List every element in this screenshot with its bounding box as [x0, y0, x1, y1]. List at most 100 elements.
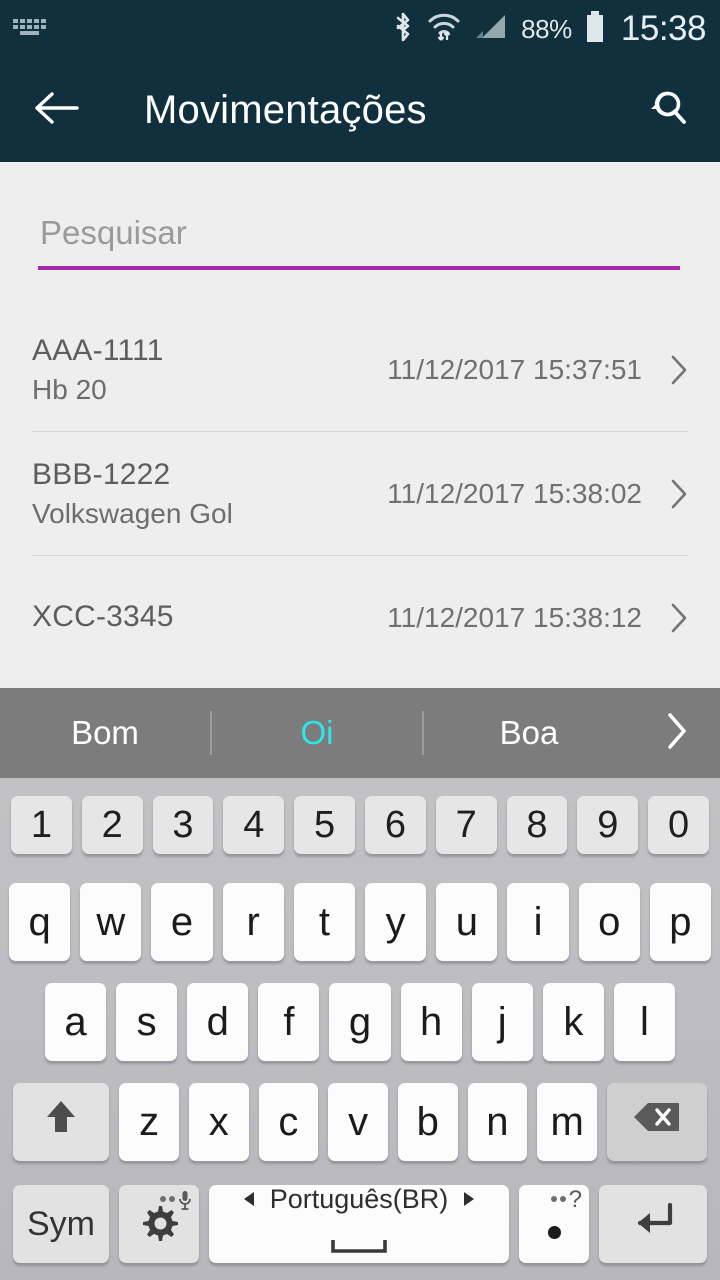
key-t[interactable]: t [293, 883, 356, 961]
key-x[interactable]: x [188, 1083, 249, 1161]
battery-percent-label: 88% [521, 13, 572, 44]
keyboard-suggestion-bar: Bom Oi Boa [0, 688, 720, 778]
key-k[interactable]: k [542, 983, 604, 1061]
table-row[interactable]: XCC-3345 11/12/2017 15:38:12 [0, 556, 720, 680]
keyboard-row-zxcv: z x c v b n m [0, 1072, 720, 1172]
key-c[interactable]: c [258, 1083, 319, 1161]
key-b[interactable]: b [397, 1083, 458, 1161]
row-main: AAA-1111 Hb 20 [32, 332, 164, 408]
key-0[interactable]: 0 [648, 796, 709, 854]
key-d[interactable]: d [187, 983, 249, 1061]
row-main: BBB-1222 Volkswagen Gol [32, 456, 233, 532]
arrow-left-icon [33, 91, 79, 130]
chevron-right-icon [668, 478, 690, 510]
shift-arrow-up-icon [43, 1097, 79, 1147]
shift-key[interactable] [13, 1083, 110, 1161]
keyboard-icon [10, 13, 50, 46]
row-plate: BBB-1222 [32, 457, 171, 491]
key-u[interactable]: u [436, 883, 498, 961]
suggestion-item-1[interactable]: Oi [212, 714, 422, 752]
wifi-icon [427, 11, 461, 48]
keyboard-row-numbers: 1 2 3 4 5 6 7 8 9 0 [0, 778, 720, 872]
key-5[interactable]: 5 [294, 796, 355, 854]
key-o[interactable]: o [578, 883, 640, 961]
settings-microphone-key[interactable] [119, 1185, 199, 1263]
key-i[interactable]: i [507, 883, 569, 961]
microphone-icon [160, 1190, 192, 1212]
keyboard-row-functions: Sym Português(BR) ? [0, 1172, 720, 1276]
hint-dot [550, 1196, 557, 1202]
key-n[interactable]: n [467, 1083, 528, 1161]
row-main: XCC-3345 [32, 598, 174, 638]
key-s[interactable]: s [116, 983, 178, 1061]
key-2[interactable]: 2 [81, 796, 143, 854]
key-y[interactable]: y [365, 883, 427, 961]
status-bar: 88% 15:38 [0, 0, 720, 58]
key-e[interactable]: e [151, 883, 213, 961]
space-key[interactable]: Português(BR) [209, 1184, 509, 1264]
battery-icon [585, 10, 605, 49]
search-history-icon [641, 84, 689, 137]
key-4[interactable]: 4 [223, 796, 285, 854]
backspace-key[interactable] [606, 1083, 708, 1161]
key-f[interactable]: f [258, 983, 320, 1061]
row-timestamp: 11/12/2017 15:38:12 [387, 602, 642, 633]
enter-return-icon [628, 1199, 678, 1249]
key-h[interactable]: h [400, 983, 462, 1061]
bluetooth-icon [392, 11, 414, 48]
search-field-container [0, 162, 720, 270]
key-l[interactable]: l [613, 983, 675, 1061]
key-r[interactable]: r [222, 883, 284, 961]
key-3[interactable]: 3 [152, 796, 214, 854]
keyboard-row-asdf: a s d f g h j k l [0, 972, 720, 1072]
hint-dot [559, 1196, 566, 1202]
page-title: Movimentações [144, 87, 427, 132]
key-7[interactable]: 7 [435, 796, 497, 854]
language-label: Português(BR) [269, 1184, 449, 1214]
key-z[interactable]: z [119, 1083, 179, 1161]
content-area: AAA-1111 Hb 20 11/12/2017 15:37:51 BBB-1… [0, 162, 720, 688]
key-8[interactable]: 8 [506, 796, 568, 854]
question-mark-hint: ? [568, 1186, 582, 1213]
table-row[interactable]: AAA-1111 Hb 20 11/12/2017 15:37:51 [0, 308, 720, 432]
search-history-button[interactable] [610, 58, 720, 162]
key-6[interactable]: 6 [364, 796, 426, 854]
status-bar-clock: 15:38 [620, 9, 707, 48]
chevron-right-icon [664, 711, 690, 756]
suggestion-item-0[interactable]: Bom [0, 714, 210, 752]
app-bar: Movimentações [0, 58, 720, 162]
hint-dot [160, 1196, 166, 1202]
suggestion-item-2[interactable]: Boa [424, 714, 634, 752]
key-g[interactable]: g [329, 983, 391, 1061]
spacebar-icon [329, 1219, 389, 1264]
key-w[interactable]: w [80, 883, 142, 961]
key-q[interactable]: q [9, 883, 71, 961]
status-bar-left [10, 13, 50, 46]
enter-key[interactable] [599, 1185, 707, 1263]
key-m[interactable]: m [537, 1083, 597, 1161]
suggestions-expand-button[interactable] [634, 711, 720, 756]
key-v[interactable]: v [328, 1083, 388, 1161]
table-row[interactable]: BBB-1222 Volkswagen Gol 11/12/2017 15:38… [0, 432, 720, 556]
key-1[interactable]: 1 [11, 796, 72, 854]
phone-screen: 88% 15:38 Movimentações Pesquisar AAA-11… [0, 0, 720, 1280]
back-button[interactable] [0, 58, 112, 162]
triangle-left-icon [242, 1184, 256, 1215]
row-plate: XCC-3345 [32, 599, 174, 633]
period-key[interactable]: ? [519, 1185, 589, 1263]
hint-dot [169, 1196, 175, 1202]
chevron-right-icon [668, 354, 690, 386]
key-9[interactable]: 9 [577, 796, 639, 854]
punctuation-hint: ? [550, 1186, 582, 1213]
on-screen-keyboard: 1 2 3 4 5 6 7 8 9 0 q w e r t y u i o p … [0, 778, 720, 1280]
space-language-label: Português(BR) [242, 1184, 477, 1215]
search-input[interactable] [38, 214, 680, 270]
triangle-right-icon [462, 1184, 476, 1215]
key-p[interactable]: p [649, 883, 712, 961]
row-timestamp: 11/12/2017 15:37:51 [387, 354, 642, 385]
key-a[interactable]: a [45, 983, 107, 1061]
status-bar-right: 88% 15:38 [392, 9, 707, 49]
symbols-key[interactable]: Sym [13, 1185, 109, 1263]
key-j[interactable]: j [471, 983, 533, 1061]
cellular-signal-icon [474, 12, 508, 47]
